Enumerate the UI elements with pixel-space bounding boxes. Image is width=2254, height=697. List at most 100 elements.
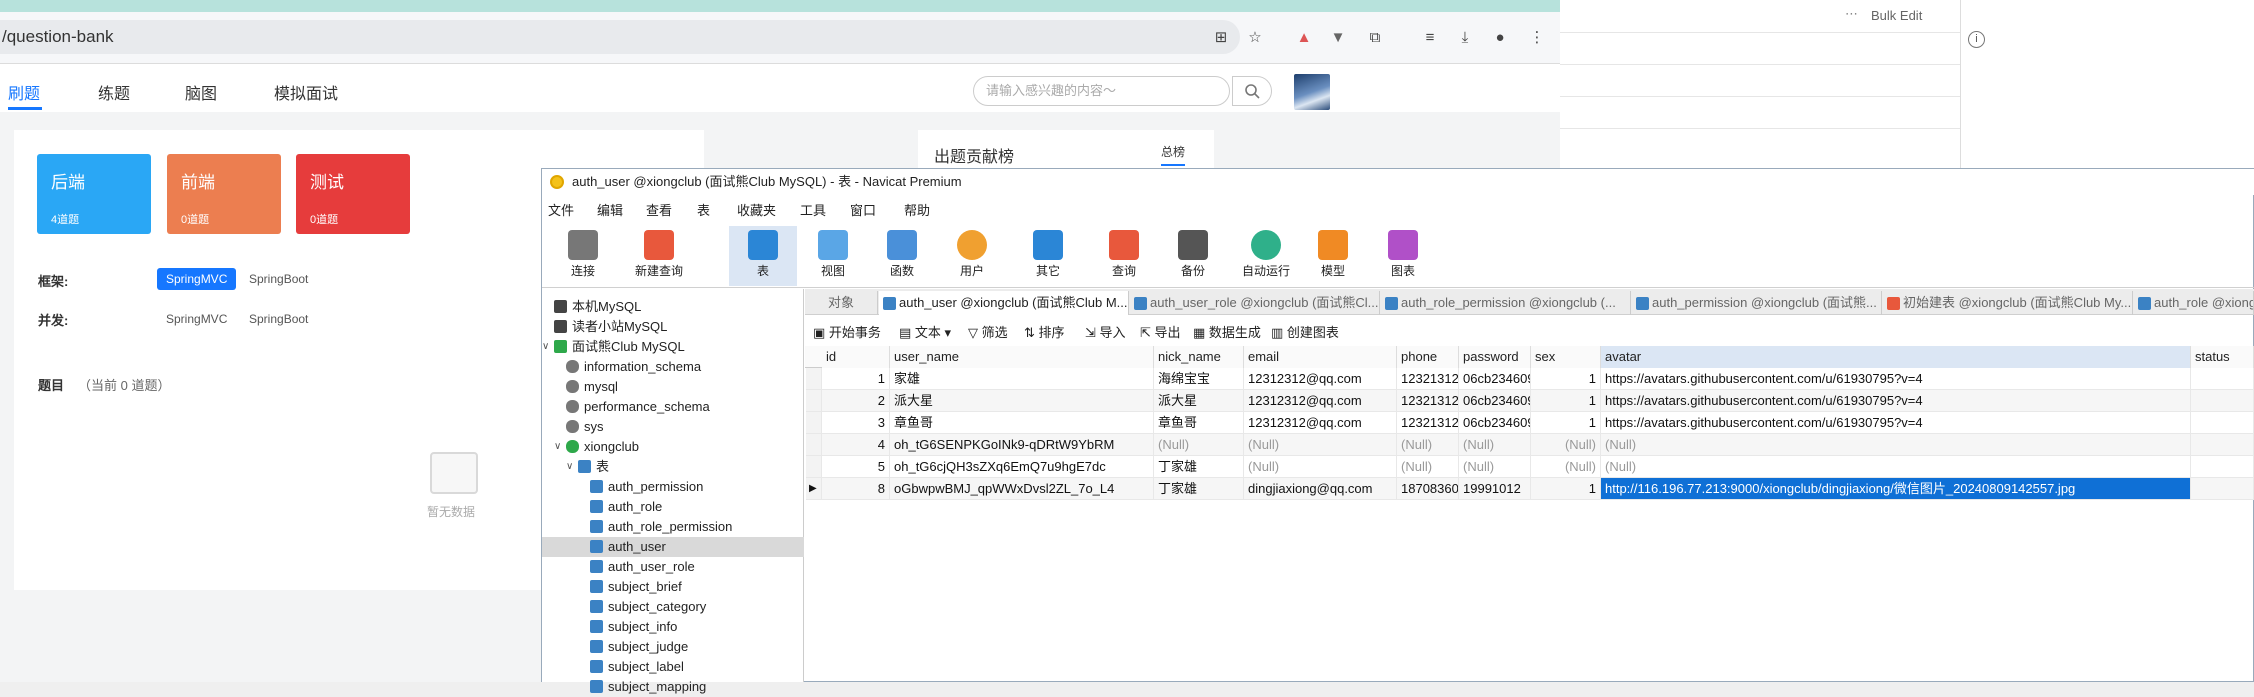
row-indicator[interactable] [806,390,822,412]
table-cell-user-name[interactable]: 章鱼哥 [890,412,1154,434]
table-cell-id[interactable]: 2 [822,390,890,412]
column-header-phone[interactable]: phone [1397,346,1459,368]
table-cell-phone[interactable]: 12321312 [1397,412,1459,434]
table-cell-id[interactable]: 3 [822,412,890,434]
table-cell-avatar[interactable]: (Null) [1601,434,2191,456]
extension-icon[interactable]: ▲ [1293,26,1315,48]
table-cell-nick-name[interactable]: 海绵宝宝 [1154,368,1244,390]
table-cell-nick-name[interactable]: 章鱼哥 [1154,412,1244,434]
table-cell-user-name[interactable]: oh_tG6cjQH3sZXq6EmQ7u9hgE7dc [890,456,1154,478]
tree-item-subject-mapping[interactable]: subject_mapping [542,677,804,697]
table-cell-email[interactable]: 12312312@qq.com [1244,368,1397,390]
toolbar-function-button[interactable]: 函数 [872,226,932,286]
table-cell-email[interactable]: 12312312@qq.com [1244,412,1397,434]
table-cell-sex[interactable]: (Null) [1531,456,1601,478]
tree-item--club-mysql[interactable]: ∨ 面试熊Club MySQL [542,337,804,357]
tree-item--mysql[interactable]: 读者小站MySQL [542,317,804,337]
toolbar-view-button[interactable]: 视图 [803,226,863,286]
category-frontend-card[interactable]: 前端 0道题 [167,154,281,234]
category-testing-card[interactable]: 测试 0道题 [296,154,410,234]
filter-button[interactable]: ▽ 筛选 [968,322,1008,341]
table-cell-email[interactable]: (Null) [1244,456,1397,478]
table-cell-user-name[interactable]: 家雄 [890,368,1154,390]
create-chart-button[interactable]: ▥ 创建图表 [1271,322,1339,341]
contribution-tab-total[interactable]: 总榜 [1161,143,1186,166]
table-cell-phone[interactable]: 18708360 [1397,478,1459,500]
column-header-email[interactable]: email [1244,346,1397,368]
table-cell-id[interactable]: 8 [822,478,890,500]
menu-table[interactable]: 表 [697,200,710,219]
table-cell-avatar[interactable]: https://avatars.githubusercontent.com/u/… [1601,368,2191,390]
menu-kebab-icon[interactable]: ⋮ [1526,26,1548,48]
table-cell-status[interactable] [2191,368,2254,390]
tree-item--mysql[interactable]: 本机MySQL [542,297,804,317]
row-indicator[interactable] [806,412,822,434]
nav-tab-mindmap[interactable]: 脑图 [185,80,217,104]
table-cell-password[interactable]: (Null) [1459,456,1531,478]
export-button[interactable]: ⇱ 导出 [1140,322,1181,341]
toolbar-model-button[interactable]: 模型 [1303,226,1363,286]
menu-edit[interactable]: 编辑 [597,200,623,219]
row-indicator[interactable]: ▶ [806,478,822,500]
tree-item-subject-category[interactable]: subject_category [542,597,804,617]
table-cell-avatar[interactable]: https://avatars.githubusercontent.com/u/… [1601,412,2191,434]
table-cell-status[interactable] [2191,456,2254,478]
table-cell-phone[interactable]: 12321312 [1397,390,1459,412]
tab-auth-permission[interactable]: auth_permission @xiongclub (面试熊... [1632,291,1882,315]
tag-springmvc[interactable]: SpringMVC [157,308,236,330]
table-cell-nick-name[interactable]: 丁家雄 [1154,478,1244,500]
table-cell-nick-name[interactable]: 派大星 [1154,390,1244,412]
menu-file[interactable]: 文件 [548,200,574,219]
bookmark-star-icon[interactable]: ☆ [1244,26,1266,48]
menu-view[interactable]: 查看 [646,200,672,219]
puzzle-icon[interactable]: ⧉ [1364,26,1386,48]
row-indicator[interactable] [806,368,822,390]
tree-item-auth-role[interactable]: auth_role [542,497,804,517]
table-cell-phone[interactable]: (Null) [1397,434,1459,456]
table-cell-phone[interactable]: 12321312 [1397,368,1459,390]
table-cell-nick-name[interactable]: (Null) [1154,434,1244,456]
table-cell-status[interactable] [2191,412,2254,434]
table-cell-password[interactable]: 06cb234609 [1459,412,1531,434]
toolbar-user-button[interactable]: 用户 [942,226,1002,286]
column-header-nick-name[interactable]: nick_name [1154,346,1244,368]
table-cell-nick-name[interactable]: 丁家雄 [1154,456,1244,478]
media-icon[interactable]: ≡ [1419,26,1441,48]
chevron-down-icon[interactable]: ∨ [542,337,549,357]
search-icon[interactable] [1232,76,1272,106]
menu-window[interactable]: 窗口 [850,200,876,219]
toolbar-others-button[interactable]: 其它 [1018,226,1078,286]
table-cell-sex[interactable]: (Null) [1531,434,1601,456]
download-icon[interactable]: ⤓ [1454,26,1476,48]
tab-auth-role-permission[interactable]: auth_role_permission @xiongclub (... [1381,291,1631,315]
tree-item-subject-info[interactable]: subject_info [542,617,804,637]
tree-item-subject-judge[interactable]: subject_judge [542,637,804,657]
table-cell-status[interactable] [2191,390,2254,412]
tree-item-auth-user-role[interactable]: auth_user_role [542,557,804,577]
toolbar-new-query-button[interactable]: 新建查询 [629,226,689,286]
table-cell-avatar[interactable]: https://avatars.githubusercontent.com/u/… [1601,390,2191,412]
text-button[interactable]: ▤ 文本 ▾ [899,322,951,341]
tree-item-performance-schema[interactable]: performance_schema [542,397,804,417]
tag-springmvc[interactable]: SpringMVC [157,268,237,290]
table-cell-email[interactable]: dingjiaxiong@qq.com [1244,478,1397,500]
profile-icon[interactable]: ● [1489,26,1511,48]
tree-item--[interactable]: ∨ 表 [542,457,804,477]
table-cell-sex[interactable]: 1 [1531,412,1601,434]
row-indicator[interactable] [806,434,822,456]
tab-auth-role[interactable]: auth_role @xiongc [2134,291,2254,315]
table-cell-password[interactable]: 19991012 [1459,478,1531,500]
column-header-sex[interactable]: sex [1531,346,1601,368]
toolbar-query-button[interactable]: 查询 [1094,226,1154,286]
tree-item-auth-role-permission[interactable]: auth_role_permission [542,517,804,537]
menu-favorites[interactable]: 收藏夹 [737,200,776,219]
toolbar-backup-button[interactable]: 备份 [1163,226,1223,286]
category-backend-card[interactable]: 后端 4道题 [37,154,151,234]
table-cell-phone[interactable]: (Null) [1397,456,1459,478]
table-cell-password[interactable]: (Null) [1459,434,1531,456]
data-generation-button[interactable]: ▦ 数据生成 [1193,322,1261,341]
table-cell-status[interactable] [2191,434,2254,456]
tab-objects[interactable]: 对象 [806,291,878,315]
table-cell-id[interactable]: 4 [822,434,890,456]
table-cell-email[interactable]: 12312312@qq.com [1244,390,1397,412]
